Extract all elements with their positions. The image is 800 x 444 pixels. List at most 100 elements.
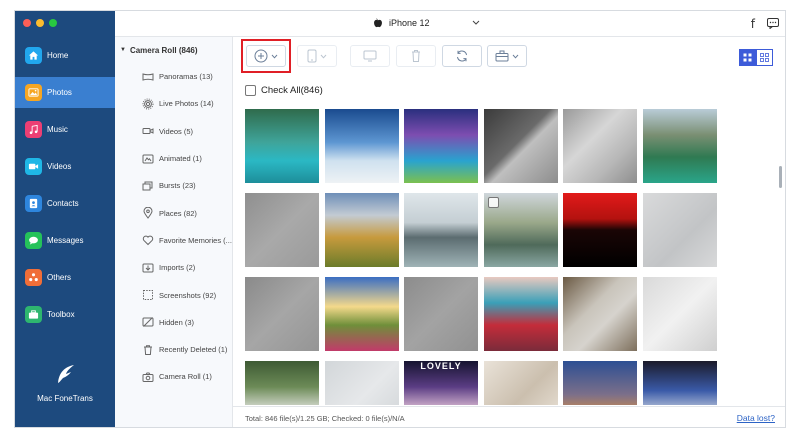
nav-item-label: Photos: [47, 88, 72, 97]
video-camera-icon: [142, 128, 154, 135]
sync-button[interactable]: [442, 45, 482, 67]
photo-thumbnail[interactable]: [245, 277, 319, 351]
photo-thumbnail[interactable]: LOVELY: [404, 361, 478, 405]
check-all[interactable]: Check All(846): [245, 85, 323, 96]
album-item-label: Recently Deleted (1): [159, 345, 228, 355]
photo-thumbnail[interactable]: [563, 193, 637, 267]
album-item-label: Bursts (23): [159, 181, 196, 191]
photo-thumbnail[interactable]: [245, 193, 319, 267]
chevron-down-icon: [512, 54, 519, 59]
large-grid-view-icon: [760, 53, 769, 62]
photo-thumbnail[interactable]: [483, 193, 558, 267]
album-item-camera-roll[interactable]: Camera Roll (1): [115, 363, 232, 390]
grid-scrollbar[interactable]: [779, 166, 782, 188]
nav-item-music[interactable]: Music: [15, 114, 115, 145]
main-navigation: Home Photos Music Videos Contacts Messag…: [15, 11, 115, 427]
photo-select-checkbox[interactable]: [487, 197, 499, 208]
apps-grid-icon: [25, 269, 42, 286]
album-item-label: Panoramas (13): [159, 72, 213, 82]
phone-icon: [307, 49, 317, 63]
device-selector[interactable]: iPhone 12: [373, 17, 480, 28]
status-summary: Total: 846 file(s)/1.25 GB; Checked: 0 f…: [245, 414, 405, 423]
music-note-icon: [25, 121, 42, 138]
photo-thumbnail[interactable]: [324, 109, 399, 183]
brand: Mac FoneTrans: [15, 361, 115, 403]
facebook-icon[interactable]: f: [751, 17, 755, 31]
minimize-window-button[interactable]: [36, 19, 44, 27]
export-to-device-button[interactable]: [297, 45, 337, 67]
photo-thumbnail[interactable]: [245, 361, 319, 405]
check-all-label: Check All(846): [261, 85, 323, 96]
contact-book-icon: [25, 195, 42, 212]
album-item-places[interactable]: Places (82): [115, 199, 232, 226]
hidden-icon: [142, 317, 154, 328]
grid-view-button[interactable]: [739, 49, 756, 66]
photo-thumbnail[interactable]: [404, 277, 478, 351]
camera-icon: [142, 372, 154, 382]
photo-thumbnail[interactable]: [404, 193, 478, 267]
nav-item-label: Music: [47, 125, 68, 134]
check-all-checkbox[interactable]: [245, 85, 256, 96]
photo-thumbnail[interactable]: [483, 361, 558, 405]
computer-monitor-icon: [363, 50, 377, 62]
photo-thumbnail[interactable]: [563, 277, 637, 351]
nav-item-contacts[interactable]: Contacts: [15, 188, 115, 219]
album-item-imports[interactable]: Imports (2): [115, 254, 232, 281]
album-item-videos[interactable]: Videos (5): [115, 118, 232, 145]
photo-thumbnail[interactable]: [324, 361, 399, 405]
nav-item-messages[interactable]: Messages: [15, 225, 115, 256]
photo-thumbnail[interactable]: [642, 109, 717, 183]
photo-thumbnail[interactable]: [324, 193, 399, 267]
gif-icon: [142, 154, 154, 164]
nav-item-toolbox[interactable]: Toolbox: [15, 299, 115, 330]
photo-thumbnail[interactable]: [563, 109, 637, 183]
list-view-button[interactable]: [756, 49, 773, 66]
nav-item-home[interactable]: Home: [15, 40, 115, 71]
heart-icon: [142, 236, 154, 246]
photo-thumbnail[interactable]: [245, 109, 319, 183]
data-lost-link[interactable]: Data lost?: [737, 413, 775, 423]
photo-thumbnail[interactable]: [483, 277, 558, 351]
album-item-live-photos[interactable]: Live Photos (14): [115, 90, 232, 117]
album-item-recently-deleted[interactable]: Recently Deleted (1): [115, 336, 232, 363]
grid-view-icon: [743, 53, 752, 62]
photo-thumbnail[interactable]: [483, 109, 558, 183]
album-item-bursts[interactable]: Bursts (23): [115, 172, 232, 199]
nav-item-videos[interactable]: Videos: [15, 151, 115, 182]
album-item-label: Live Photos (14): [159, 99, 214, 109]
album-item-label: Favorite Memories (...: [159, 235, 232, 245]
photo-thumbnail[interactable]: [642, 361, 717, 405]
nav-item-label: Contacts: [47, 199, 79, 208]
album-item-screenshots[interactable]: Screenshots (92): [115, 281, 232, 308]
chevron-down-icon: [320, 54, 327, 59]
home-icon: [25, 47, 42, 64]
export-to-pc-button[interactable]: [350, 45, 390, 67]
photo-thumbnail[interactable]: [642, 193, 717, 267]
photo-grid: LOVELY: [245, 109, 777, 405]
zoom-window-button[interactable]: [49, 19, 57, 27]
device-name: iPhone 12: [389, 17, 430, 28]
delete-button[interactable]: [396, 45, 436, 67]
feedback-chat-icon[interactable]: [767, 18, 779, 29]
toolbox-button[interactable]: [487, 45, 527, 67]
nav-item-photos[interactable]: Photos: [15, 77, 115, 108]
refresh-icon: [457, 50, 467, 62]
album-item-hidden[interactable]: Hidden (3): [115, 309, 232, 336]
photo-thumbnail[interactable]: [642, 277, 717, 351]
nav-item-label: Others: [47, 273, 72, 282]
album-item-animated[interactable]: Animated (1): [115, 145, 232, 172]
photo-thumbnail[interactable]: [563, 361, 637, 405]
nav-item-others[interactable]: Others: [15, 262, 115, 293]
add-button[interactable]: [246, 45, 286, 67]
trash-icon: [144, 344, 152, 355]
album-root-camera-roll[interactable]: ▼ Camera Roll (846): [115, 37, 232, 63]
chevron-down-icon: [271, 54, 278, 59]
message-bubble-icon: [25, 232, 42, 249]
close-window-button[interactable]: [23, 19, 31, 27]
photo-thumbnail[interactable]: [324, 277, 399, 351]
burst-icon: [142, 181, 153, 191]
nav-item-label: Videos: [47, 162, 72, 171]
photo-thumbnail[interactable]: [404, 109, 478, 183]
album-item-panoramas[interactable]: Panoramas (13): [115, 63, 232, 90]
album-item-favorite-memories[interactable]: Favorite Memories (...: [115, 227, 232, 254]
